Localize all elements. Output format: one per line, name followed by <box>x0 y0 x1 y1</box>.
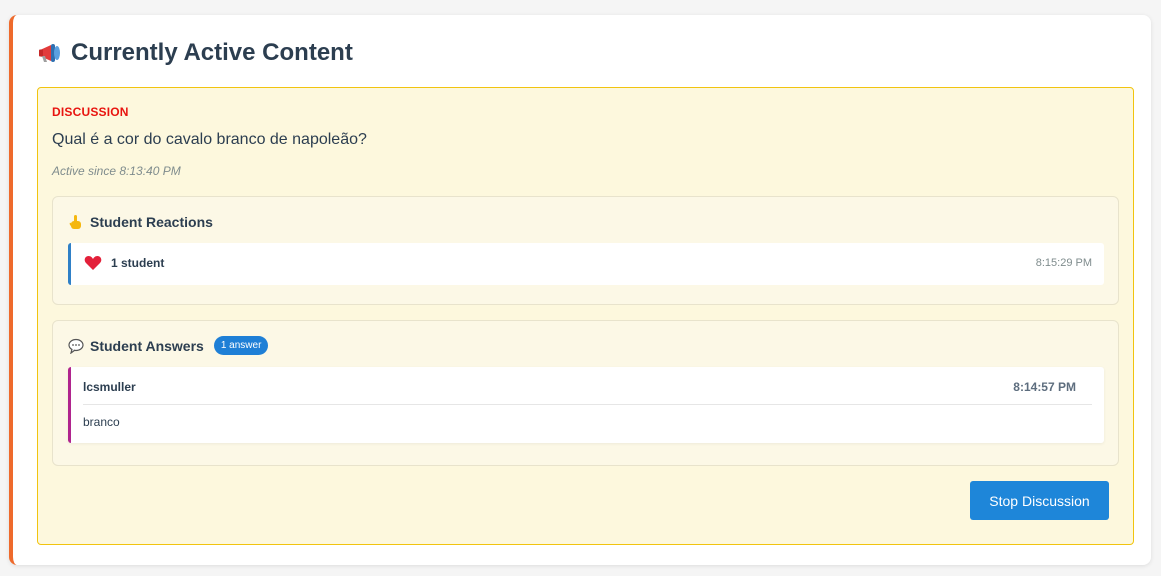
reactions-title-row: Student Reactions <box>68 214 213 230</box>
reactions-title: Student Reactions <box>90 214 213 230</box>
active-since-timestamp: Active since 8:13:40 PM <box>52 164 181 178</box>
active-discussion-box: DISCUSSION Qual é a cor do cavalo branco… <box>37 87 1134 545</box>
answer-time: 8:14:57 PM <box>1013 380 1076 394</box>
reaction-count: 1 student <box>111 256 165 270</box>
discussion-question: Qual é a cor do cavalo branco de napoleã… <box>52 131 367 148</box>
stop-discussion-button[interactable]: Stop Discussion <box>970 481 1109 520</box>
answer-username: lcsmuller <box>83 380 136 394</box>
content-type-label: DISCUSSION <box>52 105 129 119</box>
active-content-card: Currently Active Content DISCUSSION Qual… <box>9 15 1151 565</box>
card-title-row: Currently Active Content <box>37 39 353 67</box>
answer-divider <box>83 404 1092 405</box>
reaction-time: 8:15:29 PM <box>1035 257 1092 269</box>
speech-bubble-icon <box>68 338 84 354</box>
reaction-item: 1 student 8:15:29 PM <box>68 243 1104 285</box>
answers-title-row: Student Answers 1 answer <box>68 336 269 355</box>
student-answers-panel: Student Answers 1 answer lcsmuller 8:14:… <box>52 320 1119 466</box>
answer-text: branco <box>83 415 120 429</box>
page-title: Currently Active Content <box>71 39 353 66</box>
student-reactions-panel: Student Reactions 1 student 8:15:29 PM <box>52 196 1119 305</box>
pointing-hand-icon <box>68 214 84 230</box>
answer-item: lcsmuller 8:14:57 PM branco <box>68 367 1104 443</box>
heart-icon <box>84 255 102 271</box>
answer-count-badge: 1 answer <box>213 336 269 355</box>
megaphone-icon <box>37 41 63 65</box>
answers-title: Student Answers <box>90 337 204 354</box>
